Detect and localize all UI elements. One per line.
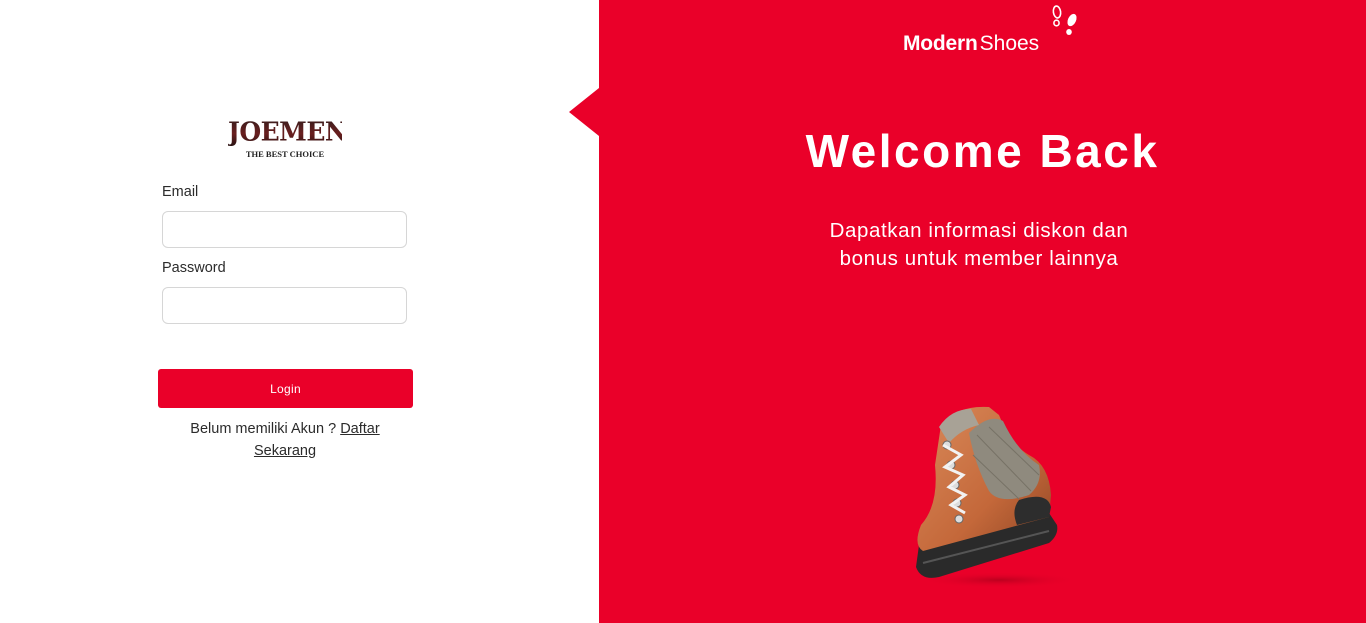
login-panel: JOEMEN THE BEST CHOICE Email Password Lo… — [0, 0, 599, 623]
logo-tagline: THE BEST CHOICE — [245, 149, 325, 159]
hiking-boot-image — [916, 406, 1079, 588]
welcome-heading: Welcome Back — [805, 125, 1160, 177]
joemen-logo: JOEMEN THE BEST CHOICE — [228, 115, 348, 162]
promo-subtitle-line2: bonus untuk member lainnya — [839, 247, 1119, 270]
panel-notch — [569, 88, 599, 136]
login-page: JOEMEN THE BEST CHOICE Email Password Lo… — [0, 0, 1366, 623]
promo-subtitle-line1: Dapatkan informasi diskon dan — [829, 219, 1129, 242]
password-field[interactable] — [162, 287, 407, 324]
register-prompt-line: Belum memiliki Akun ? Daftar Sekarang — [160, 418, 410, 462]
login-button[interactable]: Login — [158, 369, 413, 408]
email-label: Email — [162, 184, 199, 200]
promo-subtitle: Dapatkan informasi diskon dan bonus untu… — [749, 217, 1209, 273]
password-label: Password — [162, 260, 226, 276]
footprints-icon — [1052, 5, 1077, 35]
register-prompt-text: Belum memiliki Akun ? — [190, 421, 337, 437]
brand-name-shoes: Shoes — [979, 32, 1040, 55]
promo-panel: Modern Shoes Welcome Back Dapatkan infor… — [599, 0, 1366, 623]
logo-wordmark: JOEMEN — [228, 115, 348, 149]
modernshoes-logo: Modern Shoes — [903, 22, 1039, 56]
brand-name-modern: Modern — [903, 32, 978, 55]
email-field[interactable] — [162, 211, 407, 248]
